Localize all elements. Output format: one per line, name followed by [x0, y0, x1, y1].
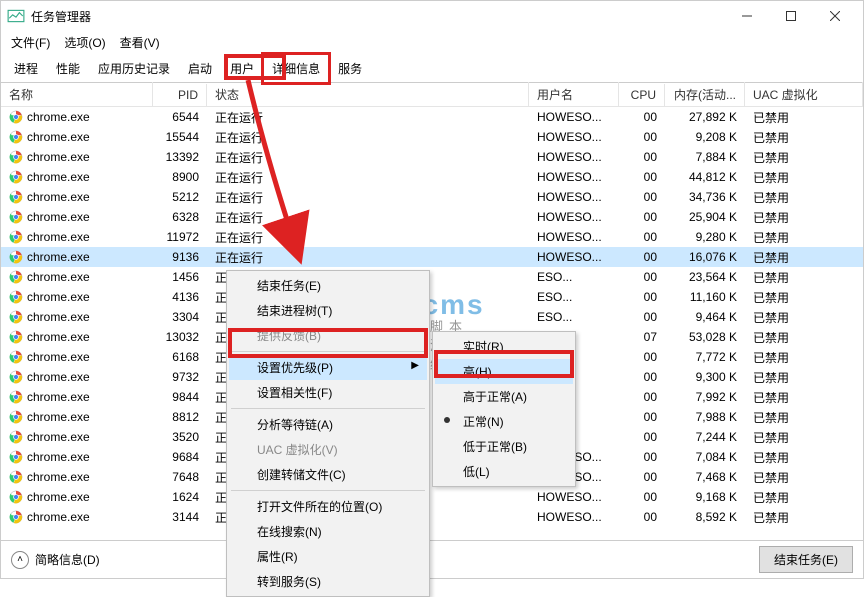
table-row[interactable]: chrome.exe9136正在运行HOWESO...0016,076 K已禁用	[1, 247, 863, 267]
tabbar: 进程性能应用历史记录启动用户详细信息服务	[1, 53, 863, 83]
table-row[interactable]: chrome.exe15544正在运行HOWESO...009,208 K已禁用	[1, 127, 863, 147]
table-row[interactable]: chrome.exe3144正HOWESO...008,592 K已禁用	[1, 507, 863, 527]
app-icon	[7, 7, 25, 25]
table-row[interactable]: chrome.exe3304正ESO...009,464 K已禁用	[1, 307, 863, 327]
priority-normal[interactable]: 正常(N)	[435, 409, 573, 434]
ctx-dump[interactable]: 创建转储文件(C)	[229, 462, 427, 487]
brief-info-toggle[interactable]: ˄ 简略信息(D)	[11, 551, 100, 569]
menu-view[interactable]: 查看(V)	[114, 32, 166, 53]
header-state[interactable]: 状态	[207, 82, 529, 107]
table-row[interactable]: chrome.exe8900正在运行HOWESO...0044,812 K已禁用	[1, 167, 863, 187]
priority-low[interactable]: 低(L)	[435, 459, 573, 484]
minimize-button[interactable]	[725, 1, 769, 31]
header-mem[interactable]: 内存(活动...	[665, 82, 745, 107]
ctx-priority-label: 设置优先级(P)	[257, 361, 333, 375]
ctx-open-location[interactable]: 打开文件所在的位置(O)	[229, 494, 427, 519]
ctx-affinity[interactable]: 设置相关性(F)	[229, 380, 427, 405]
chevron-up-icon: ˄	[11, 551, 29, 569]
column-headers: 名称 PID 状态 用户名 CPU 内存(活动... UAC 虚拟化	[1, 83, 863, 107]
table-row[interactable]: chrome.exe6328正在运行HOWESO...0025,904 K已禁用	[1, 207, 863, 227]
close-button[interactable]	[813, 1, 857, 31]
tab-4[interactable]: 用户	[221, 54, 263, 83]
end-task-button[interactable]: 结束任务(E)	[759, 546, 853, 573]
tab-1[interactable]: 性能	[47, 54, 89, 83]
header-name[interactable]: 名称	[1, 82, 153, 107]
tab-0[interactable]: 进程	[5, 54, 47, 83]
separator	[231, 351, 425, 352]
ctx-uac[interactable]: UAC 虚拟化(V)	[229, 437, 427, 462]
separator	[231, 490, 425, 491]
brief-label: 简略信息(D)	[35, 551, 100, 568]
header-pid[interactable]: PID	[153, 84, 207, 106]
menu-options[interactable]: 选项(O)	[58, 32, 111, 53]
priority-above-normal[interactable]: 高于正常(A)	[435, 384, 573, 409]
table-row[interactable]: chrome.exe13392正在运行HOWESO...007,884 K已禁用	[1, 147, 863, 167]
maximize-button[interactable]	[769, 1, 813, 31]
menu-file[interactable]: 文件(F)	[5, 32, 56, 53]
header-user[interactable]: 用户名	[529, 82, 619, 107]
radio-dot-icon	[444, 417, 450, 423]
ctx-goto-service[interactable]: 转到服务(S)	[229, 569, 427, 594]
context-menu-main: 结束任务(E) 结束进程树(T) 提供反馈(B) 设置优先级(P) ▶ 设置相关性…	[226, 270, 430, 597]
tab-3[interactable]: 启动	[179, 54, 221, 83]
statusbar: ˄ 简略信息(D) 结束任务(E)	[1, 540, 863, 578]
table-row[interactable]: chrome.exe1456正ESO...0023,564 K已禁用	[1, 267, 863, 287]
tab-2[interactable]: 应用历史记录	[89, 54, 179, 83]
priority-normal-label: 正常(N)	[463, 415, 504, 429]
titlebar[interactable]: 任务管理器	[1, 1, 863, 31]
header-cpu[interactable]: CPU	[619, 84, 665, 106]
ctx-end-task[interactable]: 结束任务(E)	[229, 273, 427, 298]
chevron-right-icon: ▶	[411, 360, 419, 371]
window-title: 任务管理器	[31, 8, 725, 25]
tab-6[interactable]: 服务	[329, 54, 371, 83]
header-uac[interactable]: UAC 虚拟化	[745, 82, 863, 107]
menubar: 文件(F) 选项(O) 查看(V)	[1, 31, 863, 53]
ctx-properties[interactable]: 属性(R)	[229, 544, 427, 569]
ctx-end-tree[interactable]: 结束进程树(T)	[229, 298, 427, 323]
priority-below-normal[interactable]: 低于正常(B)	[435, 434, 573, 459]
separator	[231, 408, 425, 409]
task-manager-window: 任务管理器 文件(F) 选项(O) 查看(V) 进程性能应用历史记录启动用户详细…	[0, 0, 864, 579]
priority-high[interactable]: 高(H)	[435, 359, 573, 384]
context-menu-priority: 实时(R) 高(H) 高于正常(A) 正常(N) 低于正常(B) 低(L)	[432, 331, 576, 487]
priority-realtime[interactable]: 实时(R)	[435, 334, 573, 359]
table-row[interactable]: chrome.exe4136正ESO...0011,160 K已禁用	[1, 287, 863, 307]
ctx-search-online[interactable]: 在线搜索(N)	[229, 519, 427, 544]
tab-5[interactable]: 详细信息	[263, 54, 329, 83]
table-row[interactable]: chrome.exe1624正HOWESO...009,168 K已禁用	[1, 487, 863, 507]
table-row[interactable]: chrome.exe5212正在运行HOWESO...0034,736 K已禁用	[1, 187, 863, 207]
table-row[interactable]: chrome.exe6544正在运行HOWESO...0027,892 K已禁用	[1, 107, 863, 127]
ctx-analyze[interactable]: 分析等待链(A)	[229, 412, 427, 437]
table-row[interactable]: chrome.exe11972正在运行HOWESO...009,280 K已禁用	[1, 227, 863, 247]
ctx-feedback[interactable]: 提供反馈(B)	[229, 323, 427, 348]
ctx-set-priority[interactable]: 设置优先级(P) ▶	[229, 355, 427, 380]
